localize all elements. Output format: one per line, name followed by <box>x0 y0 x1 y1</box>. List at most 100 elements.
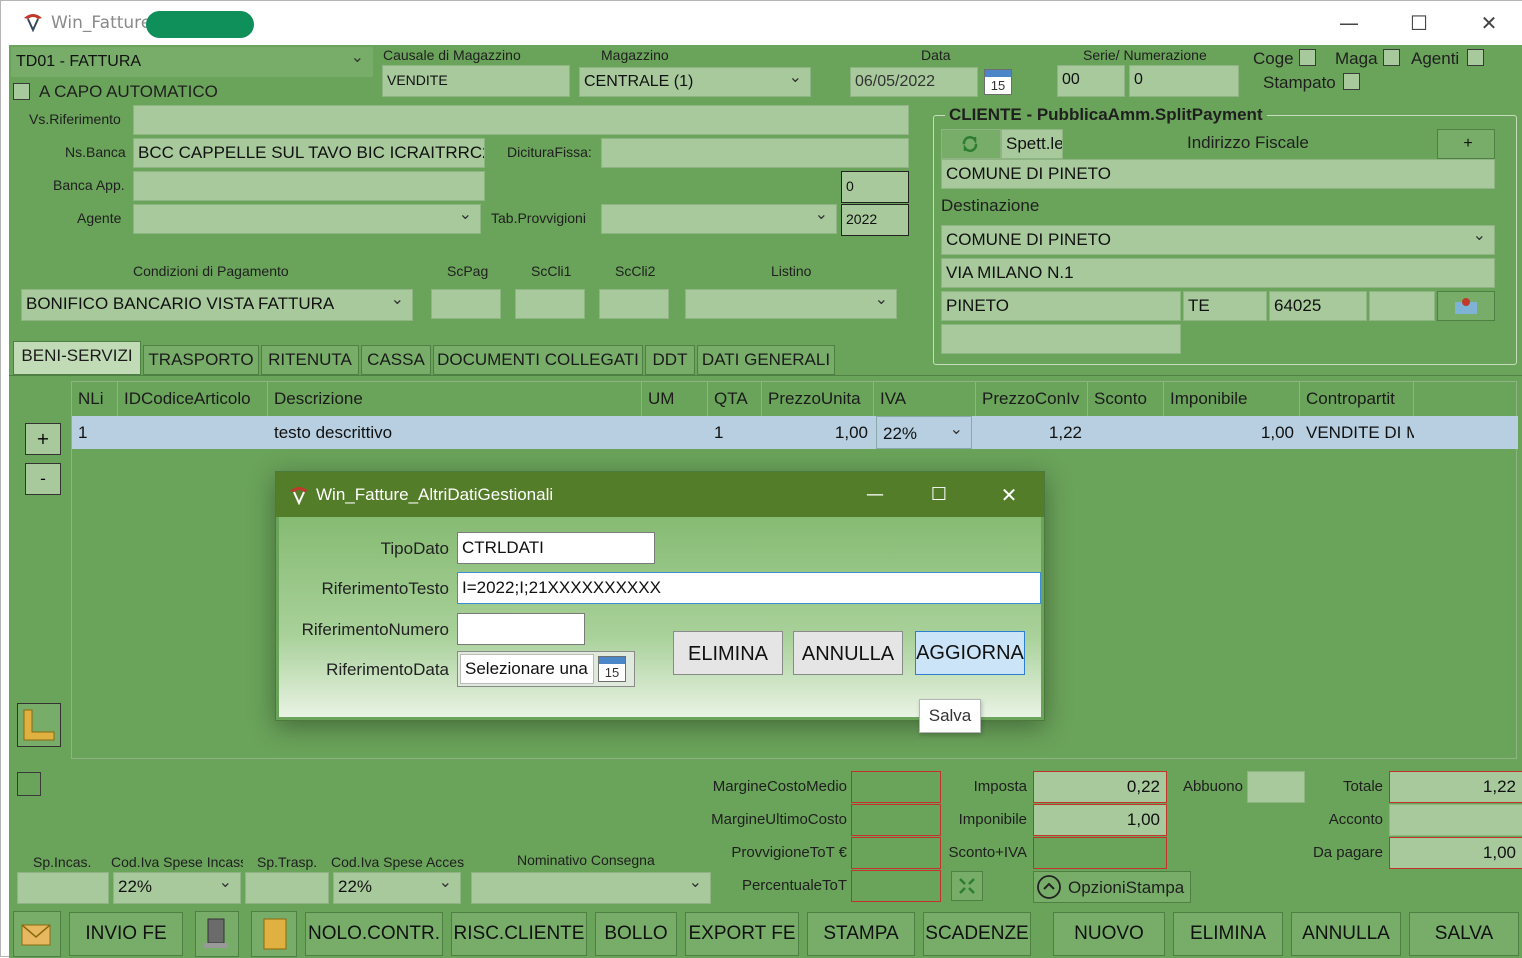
opzioni-stampa-button[interactable]: OpzioniStampa <box>1033 871 1191 903</box>
magazzino-select[interactable]: CENTRALE (1) <box>579 67 811 97</box>
sp-trasp-field[interactable] <box>245 872 329 904</box>
annulla-button[interactable]: ANNULLA <box>1291 912 1401 956</box>
rif-testo-field[interactable]: I=2022;I;21XXXXXXXXXX <box>457 572 1041 604</box>
dicitura-field[interactable] <box>601 138 909 168</box>
col-header-nli[interactable]: NLi <box>72 382 118 416</box>
sccli1-field[interactable] <box>515 289 585 319</box>
col-header-sconto[interactable]: Sconto <box>1088 382 1164 416</box>
acconto-field[interactable] <box>1389 804 1522 836</box>
tab-cassa[interactable]: CASSA <box>361 345 431 375</box>
tab-provvigioni-select[interactable] <box>601 204 837 234</box>
stampato-checkbox[interactable] <box>1343 73 1360 90</box>
tab-documenti-collegati[interactable]: DOCUMENTI COLLEGATI <box>433 345 643 375</box>
cliente-nome-field[interactable]: COMUNE DI PINETO <box>941 159 1495 189</box>
folder-button[interactable] <box>251 911 297 957</box>
agenti-checkbox[interactable] <box>1467 49 1484 66</box>
rif-numero-field[interactable] <box>457 613 585 645</box>
destinazione-select[interactable]: COMUNE DI PINETO <box>941 225 1495 255</box>
tab-trasporto[interactable]: TRASPORTO <box>143 345 259 375</box>
cap-field[interactable]: 64025 <box>1269 291 1367 321</box>
causale-field[interactable]: VENDITE <box>382 65 570 97</box>
imposta-field[interactable]: 0,22 <box>1033 771 1167 803</box>
add-row-button[interactable]: + <box>25 423 61 455</box>
via-field[interactable]: VIA MILANO N.1 <box>941 258 1495 288</box>
a-capo-checkbox[interactable] <box>13 83 30 100</box>
provincia-field[interactable]: TE <box>1183 291 1267 321</box>
tab-ddt[interactable]: DDT <box>645 345 695 375</box>
scadenze-button[interactable]: SCADENZE <box>923 912 1031 956</box>
serie-field[interactable]: 00 <box>1057 65 1125 97</box>
col-header-contropartita[interactable]: Contropartit <box>1300 382 1414 416</box>
col-header-iva[interactable]: IVA <box>874 382 976 416</box>
doc-type-select[interactable]: TD01 - FATTURA <box>11 47 373 77</box>
mail-button[interactable] <box>13 911 61 957</box>
nolo-contr-button[interactable]: NOLO.CONTR. <box>305 912 443 956</box>
calendar-icon[interactable]: 15 <box>598 656 626 682</box>
expand-button[interactable] <box>951 871 983 901</box>
da-pagare-field[interactable]: 1,00 <box>1389 837 1522 869</box>
table-row[interactable]: 1 testo descrittivo 1 1,00 22% 1,22 1,00… <box>72 416 1518 449</box>
cod-iva-acces-select[interactable]: 22% <box>333 872 461 904</box>
bottom-checkbox[interactable] <box>17 772 41 796</box>
sp-incas-field[interactable] <box>17 872 109 904</box>
salva-button[interactable]: SALVA <box>1409 912 1519 956</box>
rif-data-field[interactable]: Selezionare una <box>460 654 594 684</box>
percentuale-field[interactable] <box>851 870 941 902</box>
banca-app-field[interactable] <box>133 171 485 201</box>
map-button[interactable] <box>1437 291 1495 321</box>
dialog-elimina-button[interactable]: ELIMINA <box>673 631 783 675</box>
calendar-icon[interactable]: 15 <box>984 69 1012 95</box>
minimize-button[interactable]: — <box>1319 7 1379 39</box>
col-header-idcodice[interactable]: IDCodiceArticolo <box>118 382 268 416</box>
margine-ultimo-field[interactable] <box>851 804 941 836</box>
extra-field-2[interactable] <box>941 324 1181 354</box>
bollo-button[interactable]: BOLLO <box>595 912 677 956</box>
abbuono-field[interactable] <box>1247 771 1305 803</box>
maga-checkbox[interactable] <box>1383 49 1400 66</box>
tipo-dato-field[interactable]: CTRLDATI <box>457 532 655 564</box>
imponibile-total-field[interactable]: 1,00 <box>1033 804 1167 836</box>
col-header-prezzo-unita[interactable]: PrezzoUnita <box>762 382 874 416</box>
ruler-button[interactable] <box>17 703 61 747</box>
col-header-imponibile[interactable]: Imponibile <box>1164 382 1300 416</box>
tab-ritenuta[interactable]: RITENUTA <box>261 345 359 375</box>
tab-dati-generali[interactable]: DATI GENERALI <box>697 345 835 375</box>
col-header-qta[interactable]: QTA <box>708 382 762 416</box>
device-button[interactable] <box>195 911 239 957</box>
box-field-1[interactable]: 0 <box>841 171 909 203</box>
col-header-um[interactable]: UM <box>642 382 708 416</box>
totale-field[interactable]: 1,22 <box>1389 771 1522 803</box>
agente-select[interactable] <box>133 204 481 234</box>
col-header-prezzo-coniv[interactable]: PrezzoConIv <box>976 382 1088 416</box>
coge-checkbox[interactable] <box>1299 49 1316 66</box>
scpag-field[interactable] <box>431 289 501 319</box>
cell-iva-select[interactable]: 22% <box>876 416 972 449</box>
provvigione-field[interactable] <box>851 837 941 869</box>
data-field[interactable]: 06/05/2022 <box>850 67 978 97</box>
refresh-button[interactable] <box>941 129 1001 159</box>
numero-field[interactable]: 0 <box>1129 65 1239 97</box>
ns-banca-field[interactable]: BCC CAPPELLE SUL TAVO BIC ICRAITRRC20 <box>133 138 485 168</box>
col-header-descrizione[interactable]: Descrizione <box>268 382 642 416</box>
remove-row-button[interactable]: - <box>25 463 61 495</box>
stampa-button[interactable]: STAMPA <box>807 912 915 956</box>
export-fe-button[interactable]: EXPORT FE <box>685 912 799 956</box>
tab-beni-servizi[interactable]: BENI-SERVIZI <box>13 341 141 375</box>
citta-field[interactable]: PINETO <box>941 291 1181 321</box>
dialog-aggiorna-button[interactable]: AGGIORNA <box>915 631 1025 675</box>
sconto-iva-field[interactable] <box>1033 837 1167 869</box>
margine-medio-field[interactable] <box>851 771 941 803</box>
close-button[interactable]: ✕ <box>1459 7 1519 39</box>
add-address-button[interactable]: + <box>1437 129 1495 159</box>
maximize-button[interactable]: ☐ <box>1389 7 1449 39</box>
elimina-button[interactable]: ELIMINA <box>1173 912 1283 956</box>
dialog-minimize-button[interactable]: — <box>860 480 890 510</box>
nominativo-select[interactable] <box>471 872 711 904</box>
sccli2-field[interactable] <box>599 289 669 319</box>
dialog-annulla-button[interactable]: ANNULLA <box>793 631 903 675</box>
dialog-close-button[interactable]: ✕ <box>994 480 1024 510</box>
condizioni-select[interactable]: BONIFICO BANCARIO VISTA FATTURA <box>21 289 413 321</box>
invio-fe-button[interactable]: INVIO FE <box>69 912 183 956</box>
extra-field[interactable] <box>1369 291 1435 321</box>
vs-riferimento-field[interactable] <box>133 105 909 135</box>
